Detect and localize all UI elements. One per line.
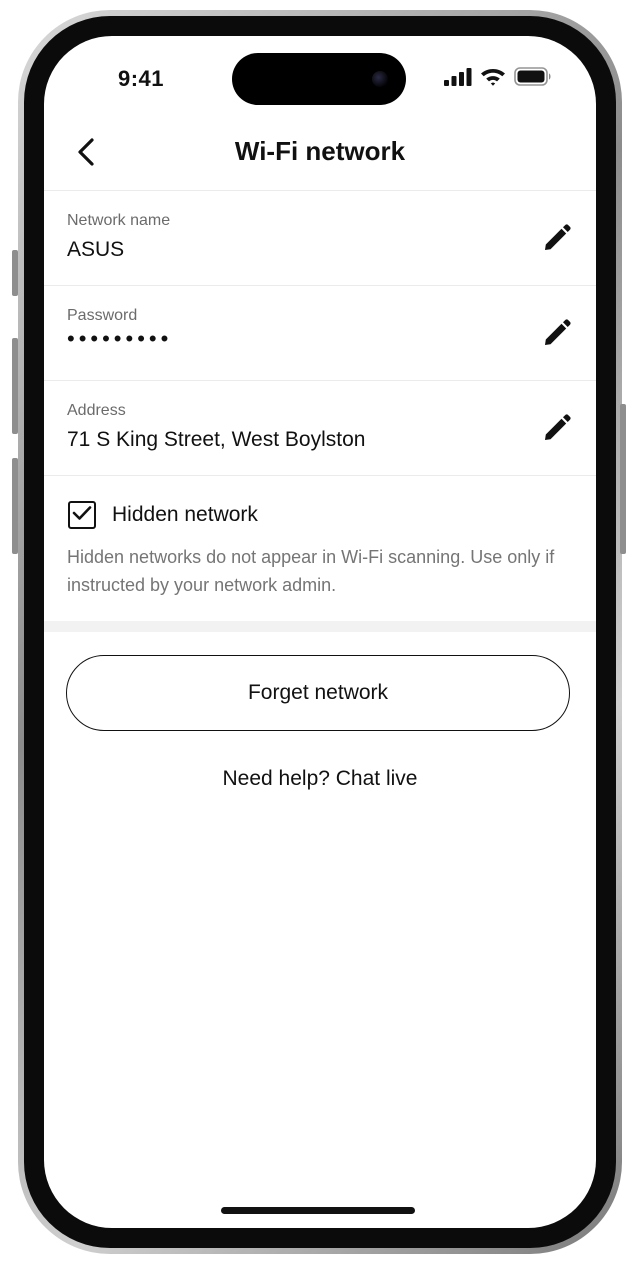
password-row: Password ••••••••• xyxy=(44,286,596,381)
nav-header: Wi-Fi network xyxy=(44,122,596,191)
phone-action-button xyxy=(12,250,18,296)
network-name-label: Network name xyxy=(67,212,171,229)
cellular-signal-icon xyxy=(444,67,472,91)
phone-volume-up-button xyxy=(12,338,18,434)
edit-address-button[interactable] xyxy=(540,413,574,447)
status-icons xyxy=(444,67,552,91)
pencil-icon xyxy=(543,223,571,257)
chat-live-link[interactable]: Need help? Chat live xyxy=(44,767,596,791)
phone-volume-down-button xyxy=(12,458,18,554)
forget-network-button[interactable]: Forget network xyxy=(66,655,570,731)
section-divider xyxy=(44,621,596,632)
hidden-network-checkbox[interactable] xyxy=(68,501,96,529)
pencil-icon xyxy=(543,413,571,447)
home-indicator xyxy=(221,1207,415,1214)
checkmark-icon xyxy=(72,505,92,526)
status-time: 9:41 xyxy=(118,66,165,91)
front-camera xyxy=(372,71,388,87)
address-row: Address 71 S King Street, West Boylston xyxy=(44,381,596,476)
dynamic-island xyxy=(232,53,406,105)
address-label: Address xyxy=(67,402,126,419)
address-value: 71 S King Street, West Boylston xyxy=(67,428,366,451)
status-bar: 9:41 xyxy=(44,36,596,122)
password-label: Password xyxy=(67,307,138,324)
network-name-value: ASUS xyxy=(67,238,125,261)
wifi-icon xyxy=(480,67,506,91)
pencil-icon xyxy=(543,318,571,352)
edit-network-name-button[interactable] xyxy=(540,223,574,257)
hidden-network-help-text: Hidden networks do not appear in Wi-Fi s… xyxy=(67,547,555,595)
battery-icon xyxy=(514,67,552,91)
app-screen: 9:41 Wi-Fi network Network name ASUS Pas… xyxy=(44,36,596,1228)
phone-power-button xyxy=(620,404,626,554)
network-name-row: Network name ASUS xyxy=(44,191,596,286)
page-title: Wi-Fi network xyxy=(234,136,406,166)
password-value: ••••••••• xyxy=(67,326,173,351)
hidden-network-label: Hidden network xyxy=(112,503,258,526)
hidden-network-section: Hidden network Hidden networks do not ap… xyxy=(44,475,596,621)
edit-password-button[interactable] xyxy=(540,318,574,352)
